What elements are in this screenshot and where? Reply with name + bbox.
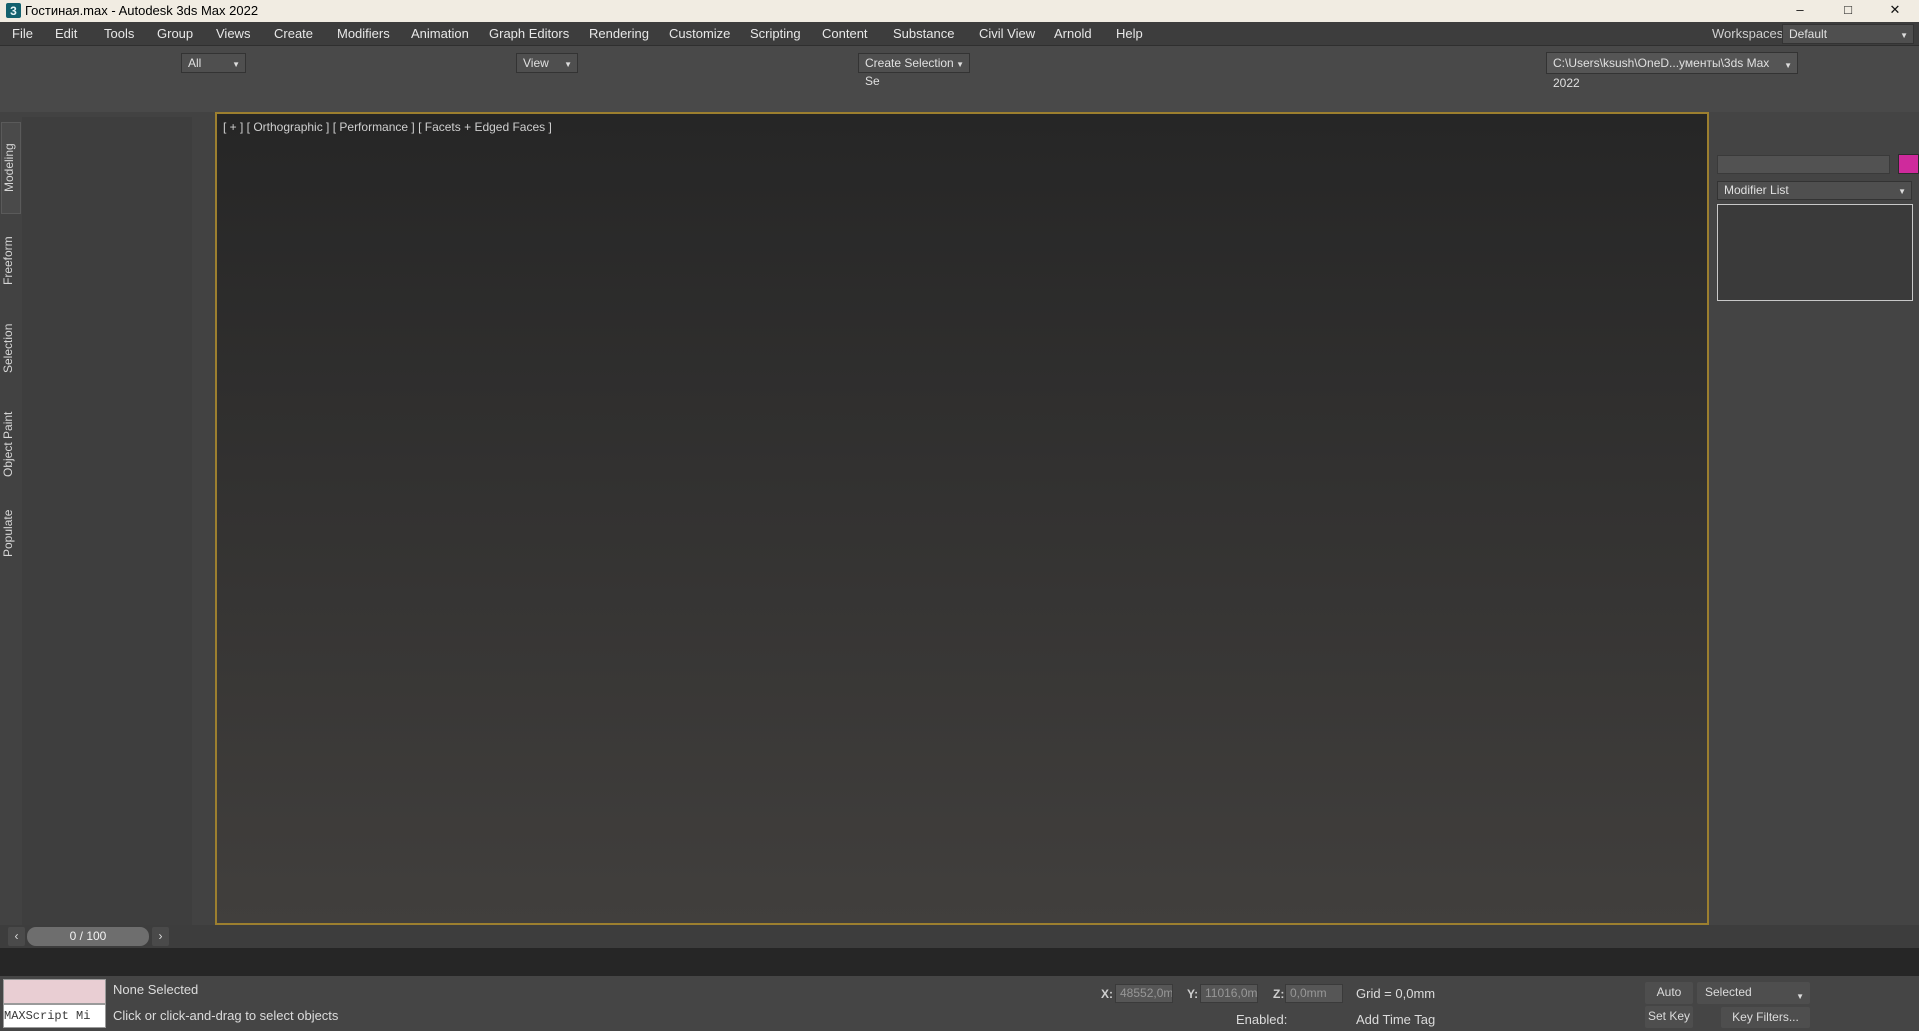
svg-text:3: 3 bbox=[10, 4, 17, 18]
